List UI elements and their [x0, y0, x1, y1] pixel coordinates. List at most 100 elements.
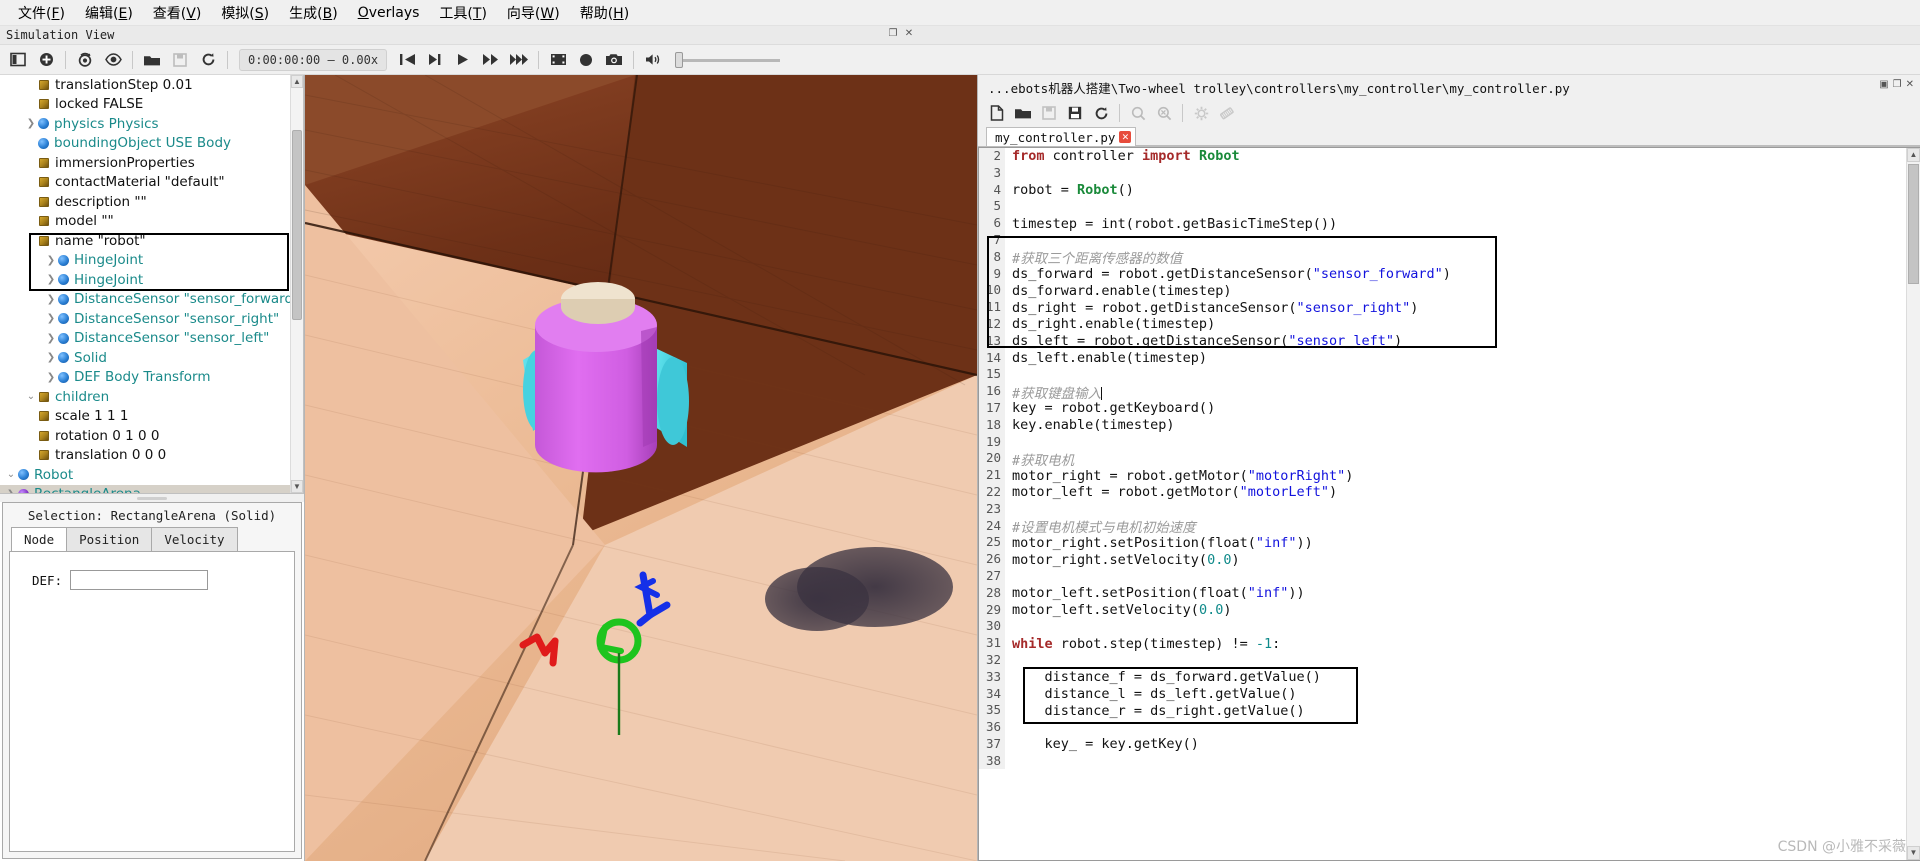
code-line[interactable]: 6 timestep = int(robot.getBasicTimeStep()…	[979, 215, 1906, 232]
code-line[interactable]: 38	[979, 752, 1906, 770]
tree-row[interactable]: ❯ Solid	[0, 348, 290, 368]
code-line[interactable]: 30	[979, 618, 1906, 636]
tree-row[interactable]: model ""	[0, 212, 290, 232]
code-line[interactable]: 36	[979, 719, 1906, 736]
restore-icon[interactable]: ❐	[887, 28, 899, 40]
menu-item-2[interactable]: 查看(V)	[143, 1, 212, 25]
fast-forward-icon[interactable]	[477, 47, 505, 73]
chevron-right-icon[interactable]: ❯	[44, 372, 58, 383]
code-line[interactable]: 22 motor_left = robot.getMotor("motorLeft…	[979, 483, 1906, 501]
code-line[interactable]: 37 key_ = key.getKey()	[979, 735, 1906, 753]
play-icon[interactable]	[449, 47, 477, 73]
scroll-up-arrow[interactable]: ▲	[1907, 148, 1920, 162]
scene-tree-scrollbar[interactable]: ▲ ▼	[290, 75, 303, 493]
scroll-down-arrow[interactable]: ▼	[291, 480, 303, 493]
code-line[interactable]: 3	[979, 164, 1906, 182]
toggle-sidebar-icon[interactable]	[4, 47, 32, 73]
camera-rotate-icon[interactable]	[71, 47, 99, 73]
tree-row[interactable]: ❯ RectangleArena	[0, 484, 290, 493]
menu-item-3[interactable]: 模拟(S)	[211, 1, 279, 25]
find-magnifier-icon[interactable]	[1125, 101, 1151, 125]
code-line[interactable]: 8 #获取三个距离传感器的数值	[979, 248, 1906, 267]
gear-icon[interactable]	[1188, 101, 1214, 125]
code-line[interactable]: 17 key = robot.getKeyboard()	[979, 399, 1906, 417]
chevron-right-icon[interactable]: ❯	[44, 274, 58, 285]
maximize-icon[interactable]: ❐	[1893, 79, 1902, 90]
film-icon[interactable]	[544, 47, 572, 73]
code-line[interactable]: 32	[979, 651, 1906, 669]
code-line[interactable]: 35 distance_r = ds_right.getValue()	[979, 702, 1906, 720]
tree-row[interactable]: ⌄ Robot	[0, 465, 290, 485]
tree-row[interactable]: translationStep 0.01	[0, 75, 290, 95]
eye-icon[interactable]	[99, 47, 127, 73]
code-line[interactable]: 15	[979, 366, 1906, 384]
chevron-right-icon[interactable]: ❯	[4, 489, 18, 493]
scroll-up-arrow[interactable]: ▲	[291, 75, 303, 88]
menu-item-6[interactable]: 工具(T)	[429, 1, 497, 25]
slider-knob[interactable]	[675, 51, 684, 68]
code-scrollbar[interactable]: ▲ ▼	[1906, 148, 1920, 860]
step-back-icon[interactable]	[393, 47, 421, 73]
chevron-right-icon[interactable]: ❯	[44, 313, 58, 324]
record-icon[interactable]	[572, 47, 600, 73]
tree-row[interactable]: immersionProperties	[0, 153, 290, 173]
tree-row[interactable]: ❯ physics Physics	[0, 114, 290, 134]
menu-item-1[interactable]: 编辑(E)	[75, 1, 143, 25]
code-line[interactable]: 18 key.enable(timestep)	[979, 416, 1906, 434]
find-replace-icon[interactable]	[1151, 101, 1177, 125]
menu-item-7[interactable]: 向导(W)	[497, 1, 570, 25]
code-line[interactable]: 12 ds_right.enable(timestep)	[979, 315, 1906, 333]
new-file-icon[interactable]	[984, 101, 1010, 125]
chevron-right-icon[interactable]: ❯	[44, 255, 58, 266]
close-icon[interactable]: ✕	[903, 28, 915, 40]
selection-tab-position[interactable]: Position	[66, 527, 153, 551]
menu-item-8[interactable]: 帮助(H)	[570, 1, 639, 25]
tree-row[interactable]: contactMaterial "default"	[0, 173, 290, 193]
tree-row[interactable]: ❯ HingeJoint	[0, 251, 290, 271]
save-file-icon[interactable]	[1036, 101, 1062, 125]
open-file-icon[interactable]	[1010, 101, 1036, 125]
tree-row[interactable]: ❯ DistanceSensor "sensor_right"	[0, 309, 290, 329]
code-line[interactable]: 2 from controller import Robot	[979, 148, 1906, 165]
selection-tab-node[interactable]: Node	[11, 527, 68, 551]
scroll-down-arrow[interactable]: ▼	[1907, 846, 1920, 860]
reload-file-icon[interactable]	[1088, 101, 1114, 125]
code-line[interactable]: 14 ds_left.enable(timestep)	[979, 349, 1906, 367]
code-line[interactable]: 11 ds_right = robot.getDistanceSensor("se…	[979, 299, 1906, 316]
code-line[interactable]: 29 motor_left.setVelocity(0.0)	[979, 601, 1906, 619]
minimize-icon[interactable]: ▣	[1879, 79, 1888, 90]
chevron-right-icon[interactable]: ❯	[24, 118, 38, 129]
code-line[interactable]: 21 motor_right = robot.getMotor("motorRig…	[979, 467, 1906, 484]
code-line[interactable]: 27	[979, 567, 1906, 585]
close-tab-icon[interactable]: ✕	[1119, 131, 1132, 143]
code-line[interactable]: 16 #获取键盘输入	[979, 383, 1906, 402]
3d-simulation-viewport[interactable]	[305, 75, 977, 861]
tree-row[interactable]: name "robot"	[0, 231, 290, 251]
chevron-right-icon[interactable]: ❯	[44, 352, 58, 363]
reload-world-icon[interactable]	[194, 47, 222, 73]
code-line[interactable]: 26 motor_right.setVelocity(0.0)	[979, 551, 1906, 568]
code-line[interactable]: 20 #获取电机	[979, 450, 1906, 469]
chevron-right-icon[interactable]: ❯	[44, 333, 58, 344]
add-node-icon[interactable]	[32, 47, 60, 73]
scene-tree[interactable]: translationStep 0.01 locked FALSE ❯ physics…	[0, 75, 304, 494]
tree-row[interactable]: ❯ HingeJoint	[0, 270, 290, 290]
open-world-folder-icon[interactable]	[138, 47, 166, 73]
tree-row[interactable]: ⌄ children	[0, 387, 290, 407]
speaker-icon[interactable]	[639, 47, 667, 73]
tree-row[interactable]: description ""	[0, 192, 290, 212]
close-icon[interactable]: ✕	[1906, 79, 1914, 90]
code-line[interactable]: 10 ds_forward.enable(timestep)	[979, 282, 1906, 300]
save-all-icon[interactable]	[1062, 101, 1088, 125]
chevron-right-icon[interactable]: ❯	[44, 294, 58, 305]
chevron-down-icon[interactable]: ⌄	[4, 469, 18, 480]
tree-row[interactable]: scale 1 1 1	[0, 407, 290, 427]
code-lines[interactable]: 2 from controller import Robot 3 4 robot = R…	[979, 148, 1906, 860]
def-input[interactable]	[70, 570, 209, 590]
menu-item-5[interactable]: Overlays	[348, 3, 430, 23]
code-line[interactable]: 5	[979, 198, 1906, 216]
code-line[interactable]: 34 distance_l = ds_left.getValue()	[979, 685, 1906, 703]
selection-tab-velocity[interactable]: Velocity	[151, 527, 238, 551]
camera-icon[interactable]	[600, 47, 628, 73]
run-forward-icon[interactable]	[505, 47, 533, 73]
